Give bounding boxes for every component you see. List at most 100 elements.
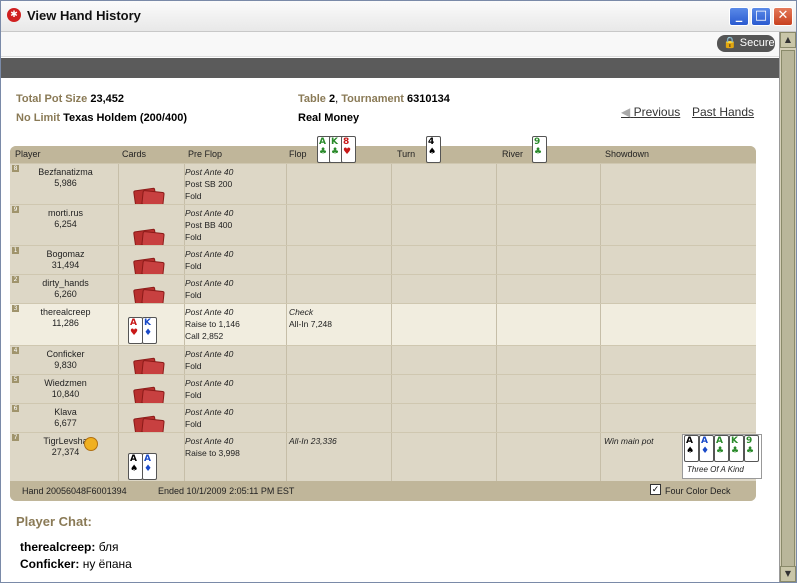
column-divider — [496, 304, 497, 345]
preflop-action: Post Ante 40 — [185, 436, 234, 446]
title-bar: ✱ View Hand History _ □ ✕ — [1, 1, 796, 32]
column-divider — [118, 346, 119, 374]
chat-message: Conficker: ну ёпана — [20, 557, 132, 571]
total-pot: Total Pot Size 23,452 — [16, 93, 124, 105]
playing-card: K ♣ — [729, 435, 744, 462]
table-value: 2 — [328, 93, 336, 105]
table-row: 9 morti.rus 6,254 Post Ante 40 Post BB 400 Fo… — [10, 204, 756, 249]
player-chips: 27,374 — [51, 447, 80, 457]
table-row: 7 TigrLevsha 27,374 A ♠ A ♦ Post Ante 40 Raise t… — [10, 432, 762, 481]
column-divider — [496, 246, 497, 274]
player-name: Conficker — [46, 349, 85, 359]
column-divider — [391, 164, 392, 204]
card-rank: 4 — [428, 137, 435, 147]
preflop-action: Post Ante 40 — [185, 167, 234, 177]
chat-user: therealcreep: — [20, 540, 96, 554]
minimize-button[interactable]: _ — [729, 7, 749, 26]
player-name: therealcreep — [40, 307, 91, 317]
preflop-action: Fold — [185, 290, 202, 300]
past-hands-link[interactable]: Past Hands — [692, 105, 754, 119]
playing-card: A ♠ — [684, 435, 699, 462]
card-suit: ♥ — [343, 147, 352, 157]
preflop-action: Fold — [185, 419, 202, 429]
showdown-result: Win main pot — [604, 436, 654, 446]
scroll-up-button[interactable]: ▲ — [780, 32, 796, 48]
column-divider — [286, 304, 287, 345]
maximize-button[interactable]: □ — [751, 7, 771, 26]
player-name: morti.rus — [47, 208, 83, 218]
table-info: Table 2, Tournament 6310134 — [298, 93, 450, 105]
playing-card: 4 ♠ — [426, 136, 441, 163]
playing-card: A ♠ — [128, 453, 143, 480]
lock-icon: 🔒 — [723, 37, 737, 49]
app-icon: ✱ — [7, 8, 21, 22]
dealer-chip-icon — [84, 437, 98, 451]
card-rank: A — [130, 318, 137, 328]
playing-card: 9 ♣ — [532, 136, 547, 163]
column-divider — [118, 375, 119, 403]
table-row: 4 Conficker 9,830 Post Ante 40 Fold — [10, 345, 756, 378]
header-preflop: Pre Flop — [188, 149, 223, 159]
playing-card: 8 ♥ — [341, 136, 356, 163]
player-chips: 11,286 — [52, 318, 79, 328]
card-suit: ♥ — [130, 328, 139, 338]
column-divider — [118, 433, 119, 481]
preflop-action: Post SB 200 — [185, 179, 233, 189]
preflop-action: Raise to 3,998 — [185, 448, 240, 458]
header-river: River — [502, 149, 524, 159]
card-suit: ♦ — [701, 446, 710, 456]
secure-badge: 🔒 Secure — [717, 35, 775, 52]
hand-id: Hand 20056048F6001394 — [22, 486, 127, 496]
four-color-checkbox[interactable]: ✓ — [650, 484, 661, 495]
player-chips: 31,494 — [51, 260, 80, 270]
table-row: 8 Bezfanatizma 5,986 Post Ante 40 Post SB 20… — [10, 163, 756, 208]
card-suit: ♠ — [686, 446, 695, 456]
table-row: 3 therealcreep 11,286 A ♥ K ♦ Post Ante 40 Raise… — [10, 303, 756, 345]
game-type: No Limit Texas Holdem (200/400) — [16, 112, 187, 124]
card-rank: K — [731, 436, 738, 446]
preflop-action: Fold — [185, 232, 202, 242]
column-divider — [118, 246, 119, 274]
card-rank: A — [701, 436, 708, 446]
column-divider — [496, 346, 497, 374]
total-pot-label: Total Pot Size — [16, 93, 88, 105]
header-turn: Turn — [397, 149, 416, 159]
hand-rank-label: Three Of A Kind — [687, 465, 744, 474]
chat-text: бля — [98, 540, 119, 554]
preflop-action: Post Ante 40 — [185, 278, 234, 288]
player-name: Bezfanatizma — [38, 167, 93, 177]
close-button[interactable]: ✕ — [773, 7, 793, 26]
preflop-action: Post Ante 40 — [185, 208, 234, 218]
table-row: 1 Bogomaz 31,494 Post Ante 40 Fold — [10, 245, 756, 278]
chat-user: Conficker: — [20, 557, 80, 571]
flop-action: Check — [289, 307, 314, 317]
table-row: 2 dirty_hands 6,260 Post Ante 40 Fold — [10, 274, 756, 307]
table-header: Player Cards Pre Flop Flop Turn River Sh… — [10, 136, 756, 163]
playing-card: A ♦ — [699, 435, 714, 462]
money-type: Real Money — [298, 112, 360, 124]
blinds-value: (200/400) — [139, 112, 187, 124]
table-row: 5 Wiedzmen 10,840 Post Ante 40 Fold — [10, 374, 756, 407]
four-color-label: Four Color Deck — [665, 486, 731, 496]
column-divider — [600, 205, 601, 245]
card-suit: ♠ — [428, 147, 437, 157]
vertical-scrollbar[interactable]: ▲ ▼ — [779, 32, 796, 582]
column-divider — [600, 304, 601, 345]
column-divider — [496, 164, 497, 204]
column-divider — [286, 246, 287, 274]
tournament-value: 6310134 — [407, 93, 450, 105]
card-rank: A — [686, 436, 693, 446]
player-name: Wiedzmen — [44, 378, 87, 388]
column-divider — [391, 246, 392, 274]
scroll-thumb[interactable] — [781, 50, 795, 578]
card-rank: 9 — [746, 436, 753, 446]
previous-link[interactable]: ◀ Previous — [621, 105, 680, 119]
preflop-action: Fold — [185, 361, 202, 371]
column-divider — [286, 375, 287, 403]
card-rank: A — [144, 454, 151, 464]
player-chips: 6,254 — [54, 219, 77, 229]
previous-icon: ◀ — [621, 105, 631, 119]
card-rank: 9 — [534, 137, 541, 147]
scroll-down-button[interactable]: ▼ — [780, 566, 796, 582]
column-divider — [118, 304, 119, 345]
